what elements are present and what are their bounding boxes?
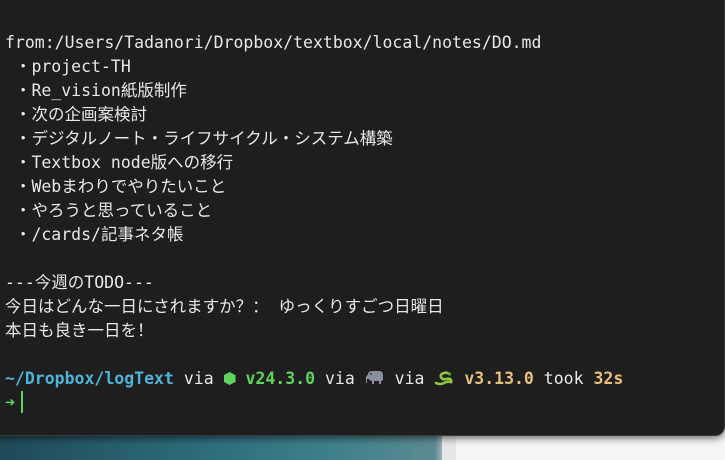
question-line: 今日はどんな一日にされますか？： ゆっくりすごつ日曜日 [5,297,444,316]
terminal-window[interactable]: from:/Users/Tadanori/Dropbox/textbox/loc… [0,0,725,436]
list-item-text: /cards/記事ネタ帳 [31,225,184,244]
list-item-text: やろうと思っていること [31,201,213,220]
list-item: ・Textbox node版への移行 [5,151,724,175]
list-item: ・Webまわりでやりたいこと [5,175,724,199]
file-path-line: from:/Users/Tadanori/Dropbox/textbox/loc… [5,33,542,52]
shell-prompt: ~/Dropbox/logText via v24.3.0 via via v3… [5,367,724,391]
input-line[interactable]: ➜ [5,391,724,415]
bullet: ・ [5,201,32,220]
list-item-text: デジタルノート・ライフサイクル・システム構築 [31,129,393,148]
bullet: ・ [5,225,32,244]
list-item: ・Re_vision紙版制作 [5,79,724,103]
prompt-via-text: via [315,369,365,388]
prompt-via-text: via [384,369,435,388]
list-item-text: Re_vision紙版制作 [31,81,187,100]
bullet: ・ [5,177,32,196]
node-version: v24.3.0 [245,369,316,388]
list-item: ・project-TH [5,55,724,79]
list-item-text: Webまわりでやりたいこと [31,177,227,196]
bullet: ・ [5,153,32,172]
list-item-text: Textbox node版への移行 [31,153,234,172]
list-item: ・やろうと思っていること [5,199,724,223]
terminal-output: from:/Users/Tadanori/Dropbox/textbox/loc… [5,31,724,435]
prompt-directory: ~/Dropbox/logText [5,369,174,388]
prompt-via-text: via [173,369,224,388]
list-item: ・/cards/記事ネタ帳 [5,223,724,247]
elephant-icon [365,371,383,384]
prompt-arrow-icon: ➜ [5,393,15,412]
node-hexagon-icon [223,372,236,385]
list-item-text: project-TH [31,57,131,76]
python-version: v3.13.0 [464,369,534,388]
snake-icon [435,371,454,386]
command-duration: 32s [593,369,624,388]
bullet: ・ [5,129,32,148]
bullet: ・ [5,57,32,76]
list-item: ・デジタルノート・ライフサイクル・システム構築 [5,127,724,151]
list-item: ・次の企画案検討 [5,103,724,127]
list-item-text: 次の企画案検討 [31,105,147,124]
text-cursor[interactable] [20,391,23,413]
closing-line: 本日も良き一日を！ [5,321,154,340]
todo-header: ---今週のTODO--- [5,273,154,292]
bullet: ・ [5,105,32,124]
bullet: ・ [5,81,32,100]
took-label: took [533,369,594,388]
